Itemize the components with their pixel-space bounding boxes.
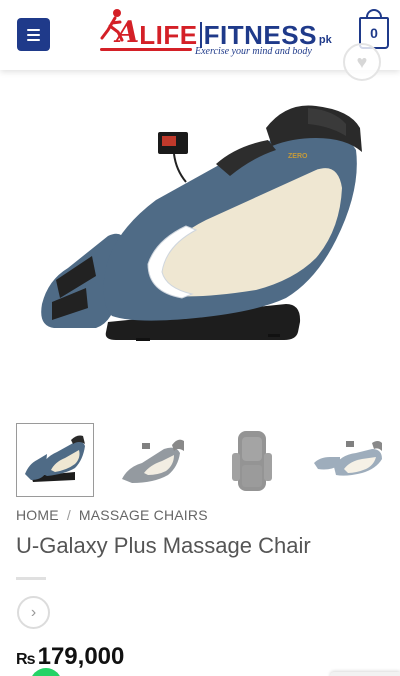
chair-thumbnail-image [122,439,184,483]
price-amount: 179,000 [37,643,125,670]
chair-thumbnail-image [232,431,272,491]
thumbnail-gallery [16,423,389,497]
product-main-image[interactable]: ZERO [16,40,389,407]
site-logo[interactable]: A LIFE FITNESS pk Exercise your mind and… [98,8,332,58]
thumbnail-4[interactable] [310,423,388,497]
logo-divider [199,22,202,48]
hamburger-menu-button[interactable] [17,18,50,51]
chair-badge: ZERO [288,153,308,160]
breadcrumb-separator: / [66,507,71,523]
logo-tagline: Exercise your mind and body [195,46,312,57]
thumbnail-1[interactable] [16,423,94,497]
menu-line-icon [27,38,40,41]
breadcrumb: HOME / MASSAGE CHAIRS [16,507,208,523]
logo-letter-a: A [116,15,140,50]
thumbnail-3[interactable] [212,423,290,497]
logo-swoosh [100,48,192,51]
breadcrumb-category-link[interactable]: MASSAGE CHAIRS [79,507,208,523]
breadcrumb-home-link[interactable]: HOME [16,507,59,523]
logo-word-fitness: FITNESS [203,20,317,50]
wishlist-heart-button[interactable]: ♥ [343,43,381,81]
heart-icon: ♥ [356,51,368,72]
menu-line-icon [27,33,40,36]
site-header: A LIFE FITNESS pk Exercise your mind and… [0,0,400,70]
recaptcha-badge [330,672,400,676]
menu-line-icon [27,28,40,31]
logo-pk: pk [318,34,332,46]
price-currency: ₨ [16,651,36,668]
thumbnail-2[interactable] [114,423,192,497]
product-price: ₨ 179,000 [16,643,124,671]
massage-chair-image: ZERO [41,105,362,341]
cart-count: 0 [370,25,378,41]
share-button[interactable]: › [17,596,50,629]
chair-thumbnail-image [25,435,85,482]
logo-word-life: LIFE [139,20,198,50]
title-divider [16,577,46,580]
chair-thumbnail-image [314,441,382,476]
product-title: U-Galaxy Plus Massage Chair [16,533,311,558]
chevron-right-icon: › [30,603,37,621]
